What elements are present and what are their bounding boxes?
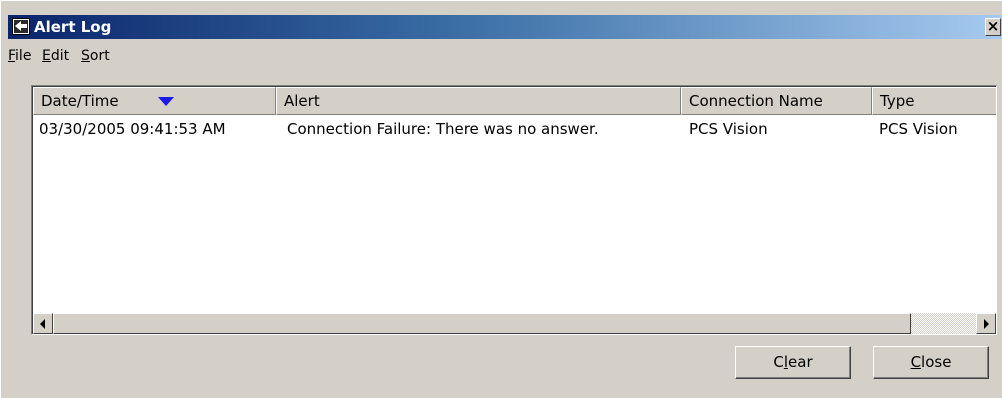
- menu-edit[interactable]: Edit: [42, 45, 69, 67]
- column-header-alert-label: Alert: [284, 92, 320, 110]
- clear-button-label-end: ear: [788, 353, 813, 371]
- arrow-left-icon: [40, 319, 45, 329]
- window-title: Alert Log: [34, 18, 112, 36]
- menu-sort-accel: S: [81, 48, 90, 64]
- table-row[interactable]: 03/30/2005 09:41:53 AM Connection Failur…: [33, 117, 996, 141]
- column-header-date-time-label: Date/Time: [41, 92, 119, 110]
- close-icon[interactable]: ×: [985, 18, 1001, 36]
- menu-edit-accel: E: [42, 48, 51, 64]
- alert-log-app-icon: [12, 18, 30, 35]
- column-header-type[interactable]: Type: [872, 87, 996, 115]
- close-button-label-end: lose: [921, 353, 952, 371]
- column-header-date-time[interactable]: Date/Time: [33, 87, 276, 115]
- scroll-right-button[interactable]: [976, 313, 996, 334]
- alert-list-body: Date/Time Alert Connection Name Type 03/…: [33, 87, 996, 334]
- scroll-thumb[interactable]: [53, 313, 911, 334]
- scroll-left-button[interactable]: [33, 313, 53, 334]
- title-bar[interactable]: Alert Log ×: [8, 15, 1002, 39]
- menu-file-rest: ile: [15, 48, 32, 64]
- sort-descending-icon: [158, 97, 174, 106]
- column-header-connection-name-label: Connection Name: [689, 92, 823, 110]
- close-button[interactable]: Close: [873, 346, 989, 379]
- column-header-connection-name[interactable]: Connection Name: [681, 87, 872, 115]
- menu-file[interactable]: File: [8, 45, 31, 67]
- close-button-accel: C: [910, 353, 922, 371]
- arrow-right-icon: [984, 319, 989, 329]
- clear-button-label-start: C: [773, 353, 784, 371]
- column-header-type-label: Type: [880, 92, 915, 110]
- alert-log-window: Alert Log × File Edit Sort Date/Time Ale…: [0, 0, 1002, 398]
- cell-type: PCS Vision: [879, 120, 958, 138]
- column-header-alert[interactable]: Alert: [276, 87, 681, 115]
- cell-alert: Connection Failure: There was no answer.: [287, 120, 599, 138]
- cell-date-time: 03/30/2005 09:41:53 AM: [39, 120, 226, 138]
- menu-edit-rest: dit: [50, 48, 70, 64]
- alert-list[interactable]: Date/Time Alert Connection Name Type 03/…: [31, 85, 997, 335]
- menu-file-accel: F: [8, 48, 16, 64]
- menu-sort[interactable]: Sort: [81, 45, 110, 67]
- cell-connection-name: PCS Vision: [689, 120, 768, 138]
- menu-sort-rest: ort: [89, 48, 110, 64]
- clear-button[interactable]: Clear: [735, 346, 851, 379]
- horizontal-scrollbar[interactable]: [33, 313, 996, 334]
- column-header-row: Date/Time Alert Connection Name Type: [33, 87, 996, 115]
